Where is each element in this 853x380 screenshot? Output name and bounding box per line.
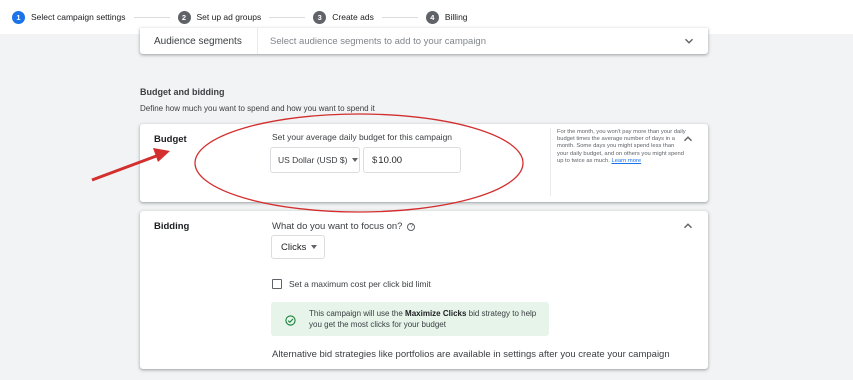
red-arrow-annotation (91, 148, 170, 182)
red-ellipse-annotation (194, 113, 524, 213)
annotation-overlay (91, 113, 524, 213)
